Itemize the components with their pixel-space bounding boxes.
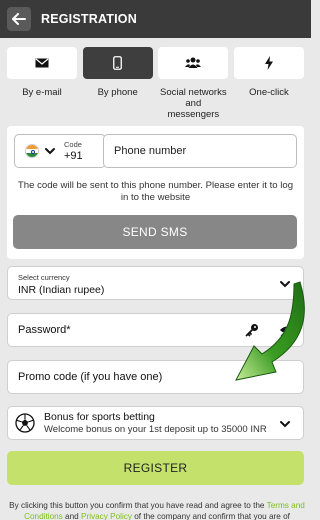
code-label: Code <box>64 140 82 149</box>
bonus-select[interactable]: Bonus for sports betting Welcome bonus o… <box>7 406 304 440</box>
tab-label: Social networks and messengers <box>160 87 227 120</box>
sms-note: The code will be sent to this phone numb… <box>17 180 294 203</box>
tab-label: By phone <box>97 87 138 98</box>
tab-social-networks[interactable]: Social networks and messengers <box>158 47 229 120</box>
code-value: +91 <box>64 150 83 162</box>
phone-number-input[interactable] <box>103 134 297 168</box>
footer-text: By clicking this button you confirm that… <box>9 501 267 510</box>
currency-label: Select currency <box>18 273 70 282</box>
tab-one-click[interactable]: One-click <box>233 47 304 120</box>
tab-label: One-click <box>249 87 289 98</box>
footer-text: and <box>62 512 81 520</box>
tab-label: By e-mail <box>22 87 62 98</box>
arrow-left-icon <box>12 13 26 25</box>
chevron-down-icon <box>45 148 55 155</box>
password-field[interactable]: Password* <box>7 313 304 347</box>
country-code: Code +91 <box>64 140 83 162</box>
tab-social-networks-button[interactable] <box>158 47 229 79</box>
phone-registration-card: Code +91 The code will be sent to this p… <box>7 126 304 259</box>
currency-select[interactable]: Select currency INR (Indian rupee) <box>7 266 304 300</box>
terms-footer: By clicking this button you confirm that… <box>7 500 307 520</box>
tab-by-email[interactable]: By e-mail <box>7 47 77 120</box>
bonus-title: Bonus for sports betting <box>44 411 155 423</box>
phone-icon <box>113 56 123 70</box>
promo-code-placeholder: Promo code (if you have one) <box>18 371 163 383</box>
promo-code-field[interactable]: Promo code (if you have one) <box>7 360 304 394</box>
chevron-down-icon <box>280 281 290 288</box>
key-icon[interactable] <box>245 323 259 337</box>
soccer-ball-icon <box>15 413 35 433</box>
register-button[interactable]: REGISTER <box>7 451 304 485</box>
privacy-link[interactable]: Privacy Policy <box>81 512 132 520</box>
lightning-icon <box>264 56 273 70</box>
bonus-subtitle: Welcome bonus on your 1st deposit up to … <box>44 424 267 435</box>
send-sms-button[interactable]: SEND SMS <box>13 215 297 249</box>
india-flag-icon <box>25 144 39 158</box>
chevron-down-icon <box>280 421 290 428</box>
header-bar: REGISTRATION <box>0 0 311 38</box>
country-code-select[interactable]: Code +91 <box>14 134 106 168</box>
footer-text: of the company and confirm that you are … <box>131 512 290 520</box>
tab-by-phone[interactable]: By phone <box>82 47 153 120</box>
currency-value: INR (Indian rupee) <box>18 284 105 296</box>
eye-slash-icon[interactable] <box>279 323 295 337</box>
back-button[interactable] <box>7 7 31 31</box>
registration-method-tabs: By e-mail By phone Social networks and m… <box>7 47 304 120</box>
password-placeholder: Password* <box>18 324 71 336</box>
tab-one-click-button[interactable] <box>233 47 304 79</box>
tab-by-email-button[interactable] <box>7 47 77 79</box>
users-icon <box>185 57 202 68</box>
tab-by-phone-button[interactable] <box>82 47 153 79</box>
envelope-icon <box>35 58 49 68</box>
page-title: REGISTRATION <box>41 12 137 26</box>
